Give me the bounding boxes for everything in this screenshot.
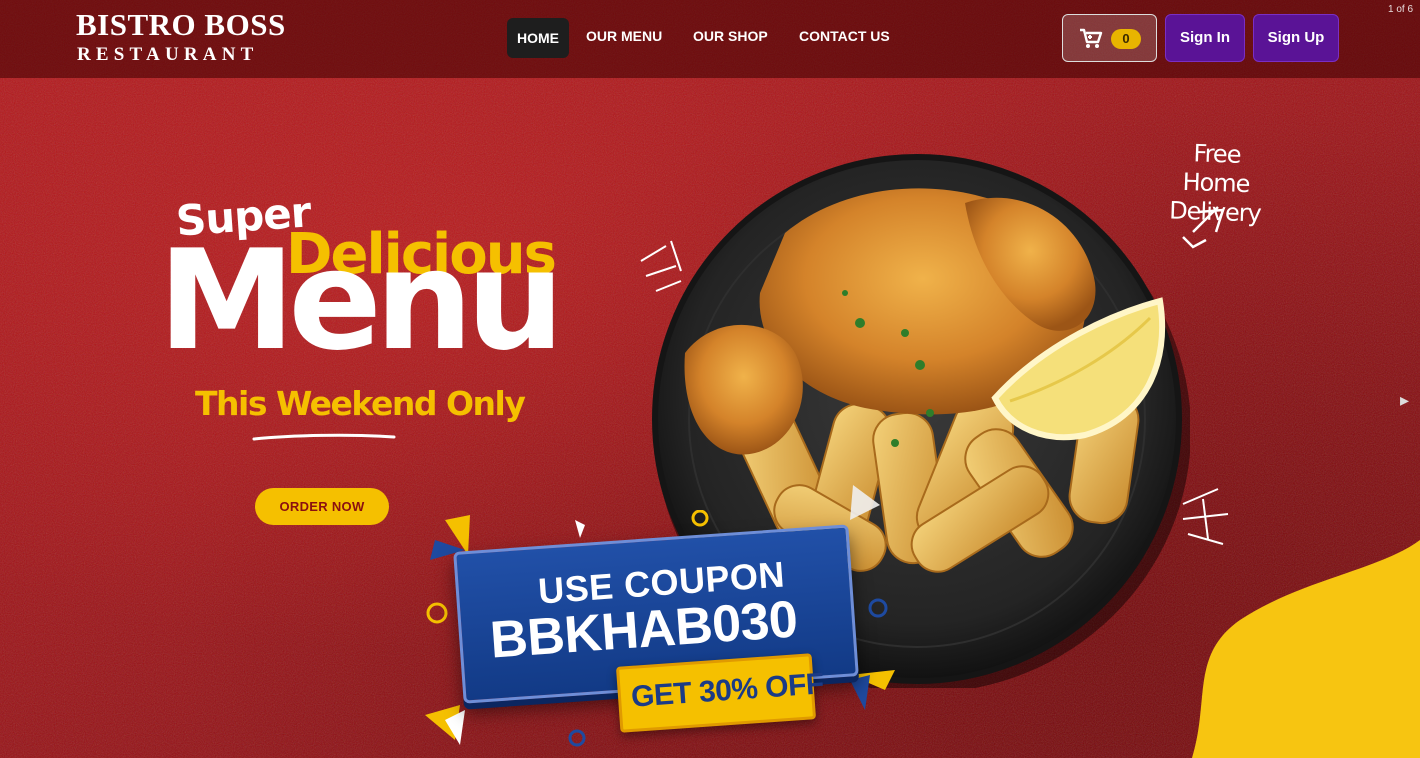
slide-counter: 1 of 6 <box>1388 4 1414 15</box>
brand-title[interactable]: BISTRO BOSS <box>76 7 286 43</box>
sign-up-button[interactable]: Sign Up <box>1253 14 1339 62</box>
burst-doodle-right <box>1182 488 1229 545</box>
yellow-wave-shape <box>1192 540 1420 758</box>
confetti-decoration-right <box>850 485 895 710</box>
free-delivery-line1: Free Home <box>1182 139 1250 199</box>
nav-our-shop[interactable]: OUR SHOP <box>683 18 778 58</box>
burst-doodle <box>640 240 682 292</box>
free-delivery-text: Free Home Delivery <box>1157 138 1276 229</box>
top-navbar: BISTRO BOSS RESTAURANT HOME OUR MENU OUR… <box>0 0 1420 78</box>
cart-button[interactable]: 0 <box>1062 14 1157 62</box>
cart-count-badge: 0 <box>1111 29 1141 49</box>
nav-contact-us[interactable]: CONTACT US <box>789 18 900 58</box>
chevron-right-icon[interactable]: ▸ <box>1400 390 1409 411</box>
hero-menu-text: Menu <box>158 220 564 381</box>
brand-subtitle: RESTAURANT <box>77 44 259 65</box>
underline-stroke <box>252 433 396 441</box>
nav-home[interactable]: HOME <box>507 18 569 58</box>
nav-our-menu[interactable]: OUR MENU <box>576 18 672 58</box>
order-now-button[interactable]: ORDER NOW <box>255 488 389 525</box>
free-delivery-line2: Delivery <box>1168 196 1262 228</box>
sign-in-button[interactable]: Sign In <box>1165 14 1245 62</box>
hero-banner: Super Delicious Menu This Weekend Only O… <box>0 0 1420 758</box>
cart-icon <box>1080 28 1103 48</box>
hero-weekend-text: This Weekend Only <box>195 384 526 423</box>
